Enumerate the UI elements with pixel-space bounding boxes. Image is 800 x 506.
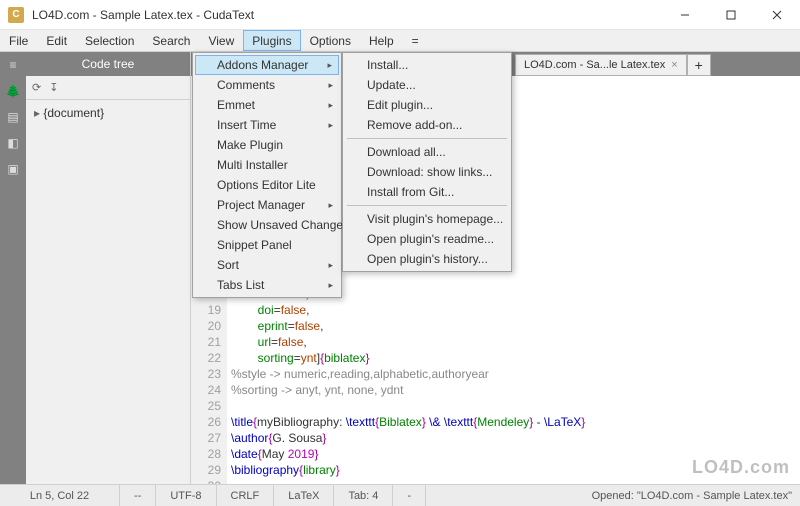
plugins-item-insert-time[interactable]: Insert Time xyxy=(195,115,339,135)
addons-item-remove-add-on[interactable]: Remove add-on... xyxy=(345,115,509,135)
minimize-icon xyxy=(680,10,690,20)
plugins-item-comments[interactable]: Comments xyxy=(195,75,339,95)
tab-sample-latex[interactable]: LO4D.com - Sa...le Latex.tex × xyxy=(515,54,687,76)
menu-selection[interactable]: Selection xyxy=(76,30,143,51)
addons-item-update[interactable]: Update... xyxy=(345,75,509,95)
tree-sort-icon[interactable]: ↧ xyxy=(49,81,58,94)
menu-bar: FileEditSelectionSearchViewPluginsOption… xyxy=(0,30,800,52)
menu-edit[interactable]: Edit xyxy=(37,30,76,51)
status-lexer[interactable]: LaTeX xyxy=(274,485,334,506)
status-lineends[interactable]: -- xyxy=(120,485,156,506)
side-panel-toolbar: ⟳ ↧ xyxy=(26,76,190,100)
tab-label: LO4D.com - Sa...le Latex.tex xyxy=(524,59,665,71)
menu-options[interactable]: Options xyxy=(301,30,360,51)
status-position[interactable]: Ln 5, Col 22 xyxy=(0,485,120,506)
sidebar-icon-tabs[interactable]: ◧ xyxy=(0,130,26,156)
plugins-item-options-editor-lite[interactable]: Options Editor Lite xyxy=(195,175,339,195)
sidebar-strip: ≡ 🌲 ▤ ◧ ▣ xyxy=(0,52,26,484)
plugins-item-addons-manager[interactable]: Addons Manager xyxy=(195,55,339,75)
sidebar-icon-snippets[interactable]: ▣ xyxy=(0,156,26,182)
window-title: LO4D.com - Sample Latex.tex - CudaText xyxy=(32,8,662,22)
side-panel-title: Code tree xyxy=(26,52,190,76)
plugins-item-make-plugin[interactable]: Make Plugin xyxy=(195,135,339,155)
maximize-icon xyxy=(726,10,736,20)
plugins-item-emmet[interactable]: Emmet xyxy=(195,95,339,115)
status-tabsize[interactable]: Tab: 4 xyxy=(334,485,393,506)
menu-help[interactable]: Help xyxy=(360,30,403,51)
status-map[interactable]: - xyxy=(393,485,426,506)
menu-view[interactable]: View xyxy=(199,30,243,51)
menu-=[interactable]: = xyxy=(403,30,428,51)
tree-sync-icon[interactable]: ⟳ xyxy=(32,81,41,94)
plugins-item-project-manager[interactable]: Project Manager xyxy=(195,195,339,215)
addons-item-visit-plugin-s-homepage[interactable]: Visit plugin's homepage... xyxy=(345,209,509,229)
addons-item-install[interactable]: Install... xyxy=(345,55,509,75)
plugins-item-snippet-panel[interactable]: Snippet Panel xyxy=(195,235,339,255)
sidebar-icon-tree[interactable]: 🌲 xyxy=(0,78,26,104)
menu-plugins[interactable]: Plugins xyxy=(243,30,300,51)
code-tree[interactable]: {document} xyxy=(26,100,190,484)
plugins-item-tabs-list[interactable]: Tabs List xyxy=(195,275,339,295)
sidebar-icon-menu[interactable]: ≡ xyxy=(0,52,26,78)
addons-item-edit-plugin[interactable]: Edit plugin... xyxy=(345,95,509,115)
title-bar: C LO4D.com - Sample Latex.tex - CudaText xyxy=(0,0,800,30)
maximize-button[interactable] xyxy=(708,0,754,30)
minimize-button[interactable] xyxy=(662,0,708,30)
addons-manager-submenu[interactable]: Install...Update...Edit plugin...Remove … xyxy=(342,52,512,272)
sidebar-icon-project[interactable]: ▤ xyxy=(0,104,26,130)
side-panel: Code tree ⟳ ↧ {document} xyxy=(26,52,191,484)
addons-item-open-plugin-s-history[interactable]: Open plugin's history... xyxy=(345,249,509,269)
plugins-item-sort[interactable]: Sort xyxy=(195,255,339,275)
tree-node-document[interactable]: {document} xyxy=(34,106,182,120)
plugins-menu[interactable]: Addons ManagerCommentsEmmetInsert TimeMa… xyxy=(192,52,342,298)
addons-item-download-all[interactable]: Download all... xyxy=(345,142,509,162)
app-icon: C xyxy=(8,7,24,23)
status-bar: Ln 5, Col 22 -- UTF-8 CRLF LaTeX Tab: 4 … xyxy=(0,484,800,506)
addons-item-download-show-links[interactable]: Download: show links... xyxy=(345,162,509,182)
status-message: Opened: "LO4D.com - Sample Latex.tex" xyxy=(426,490,800,502)
tab-close-icon[interactable]: × xyxy=(671,59,677,71)
menu-file[interactable]: File xyxy=(0,30,37,51)
addons-item-open-plugin-s-readme[interactable]: Open plugin's readme... xyxy=(345,229,509,249)
plugins-item-show-unsaved-changes[interactable]: Show Unsaved Changes xyxy=(195,215,339,235)
addons-item-install-from-git[interactable]: Install from Git... xyxy=(345,182,509,202)
status-encoding[interactable]: UTF-8 xyxy=(156,485,216,506)
close-icon xyxy=(772,10,782,20)
close-button[interactable] xyxy=(754,0,800,30)
menu-search[interactable]: Search xyxy=(143,30,199,51)
plugins-item-multi-installer[interactable]: Multi Installer xyxy=(195,155,339,175)
status-eol[interactable]: CRLF xyxy=(217,485,275,506)
new-tab-button[interactable]: + xyxy=(687,54,711,76)
